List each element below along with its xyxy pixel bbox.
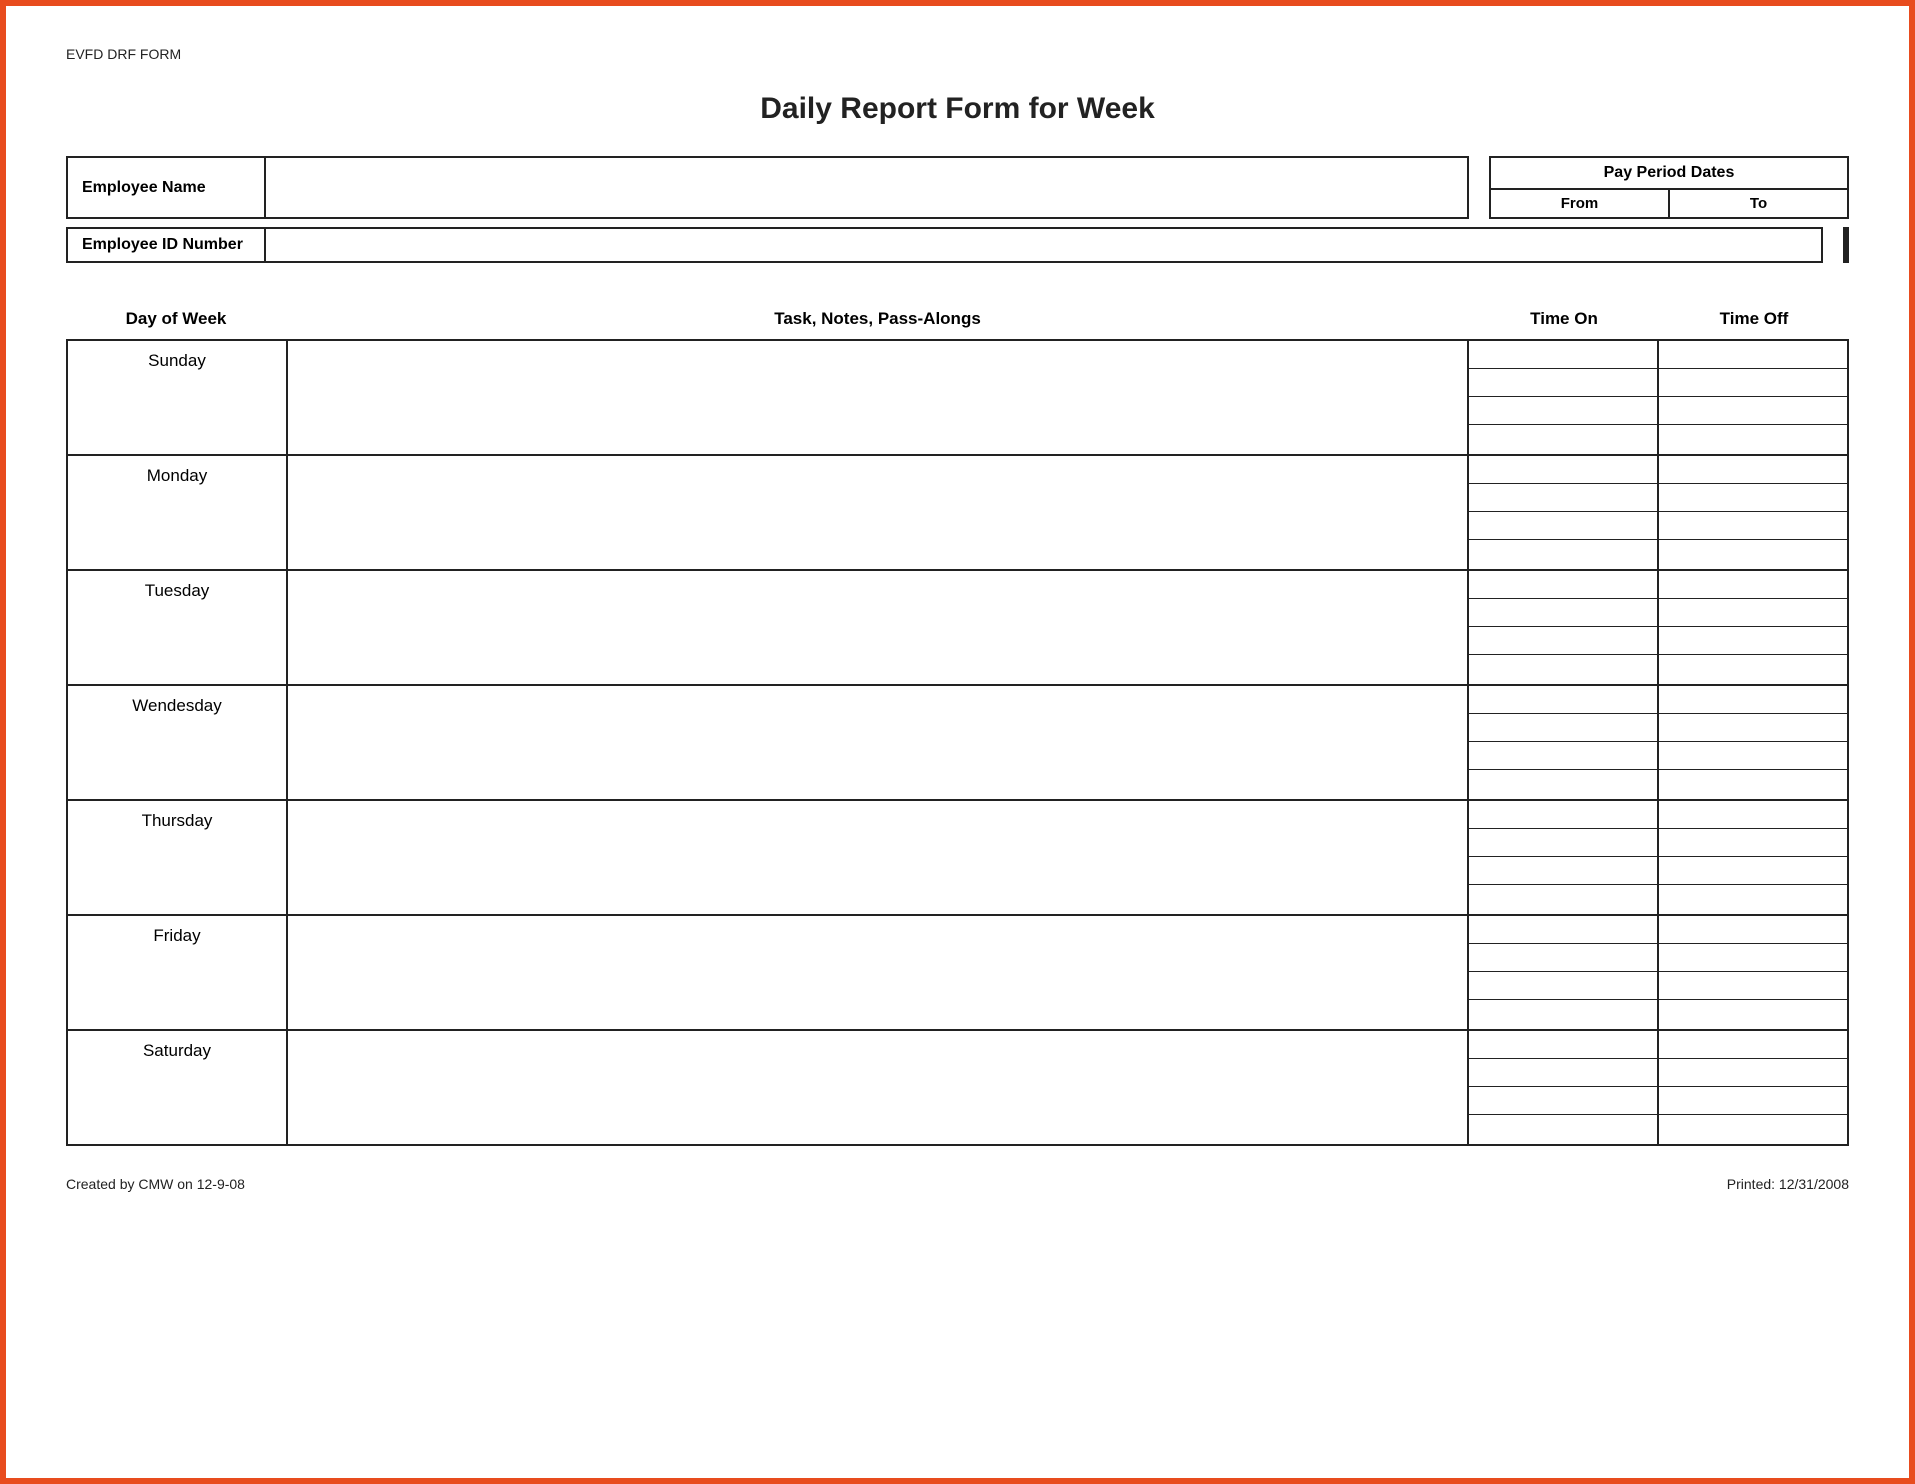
task-cell-tuesday[interactable] — [287, 570, 1468, 685]
footer: Created by CMW on 12-9-08 Printed: 12/31… — [66, 1176, 1849, 1192]
timeon-cell-monday[interactable] — [1468, 455, 1658, 570]
pay-period-section: Pay Period Dates From To — [1489, 156, 1849, 219]
day-cell-sunday: Sunday — [67, 340, 287, 455]
timeoff-cell-tuesday[interactable] — [1658, 570, 1848, 685]
from-label: From — [1489, 190, 1670, 219]
top-fields: Employee Name Pay Period Dates From To E… — [66, 156, 1849, 263]
timeon-cell-wendesday[interactable] — [1468, 685, 1658, 800]
footer-printed: Printed: 12/31/2008 — [1727, 1176, 1849, 1192]
task-cell-sunday[interactable] — [287, 340, 1468, 455]
employee-name-input[interactable] — [266, 156, 1469, 219]
form-label: EVFD DRF FORM — [66, 46, 1849, 62]
timeon-cell-saturday[interactable] — [1468, 1030, 1658, 1145]
col-header-tasks: Task, Notes, Pass-Alongs — [286, 303, 1469, 335]
task-cell-wendesday[interactable] — [287, 685, 1468, 800]
task-cell-friday[interactable] — [287, 915, 1468, 1030]
col-header-day: Day of Week — [66, 303, 286, 335]
timeon-cell-thursday[interactable] — [1468, 800, 1658, 915]
timeoff-cell-monday[interactable] — [1658, 455, 1848, 570]
employee-name-label: Employee Name — [66, 156, 266, 219]
day-cell-monday: Monday — [67, 455, 287, 570]
timeoff-cell-friday[interactable] — [1658, 915, 1848, 1030]
employee-name-row: Employee Name Pay Period Dates From To — [66, 156, 1849, 219]
pay-period-inputs — [1843, 227, 1849, 263]
task-cell-monday[interactable] — [287, 455, 1468, 570]
timeon-cell-tuesday[interactable] — [1468, 570, 1658, 685]
timeon-cell-friday[interactable] — [1468, 915, 1658, 1030]
day-cell-friday: Friday — [67, 915, 287, 1030]
pay-period-subrow: From To — [1489, 190, 1849, 219]
day-cell-saturday: Saturday — [67, 1030, 287, 1145]
footer-created: Created by CMW on 12-9-08 — [66, 1176, 245, 1192]
pay-period-header: Pay Period Dates — [1489, 156, 1849, 190]
day-cell-tuesday: Tuesday — [67, 570, 287, 685]
pay-period-input-row — [1843, 227, 1849, 263]
pay-period-to-input[interactable] — [1847, 227, 1849, 263]
timeoff-cell-sunday[interactable] — [1658, 340, 1848, 455]
timeoff-cell-wendesday[interactable] — [1658, 685, 1848, 800]
col-header-timeoff: Time Off — [1659, 303, 1849, 335]
employee-id-label: Employee ID Number — [66, 227, 266, 263]
to-label: To — [1670, 190, 1849, 219]
day-cell-thursday: Thursday — [67, 800, 287, 915]
column-headers: Day of Week Task, Notes, Pass-Alongs Tim… — [66, 303, 1849, 335]
task-cell-thursday[interactable] — [287, 800, 1468, 915]
timeoff-cell-thursday[interactable] — [1658, 800, 1848, 915]
employee-id-row: Employee ID Number — [66, 227, 1849, 263]
col-header-timeon: Time On — [1469, 303, 1659, 335]
timeon-cell-sunday[interactable] — [1468, 340, 1658, 455]
task-cell-saturday[interactable] — [287, 1030, 1468, 1145]
page-container: EVFD DRF FORM Daily Report Form for Week… — [0, 0, 1915, 1484]
schedule-table: SundayMondayTuesdayWendesdayThursdayFrid… — [66, 339, 1849, 1146]
day-cell-wendesday: Wendesday — [67, 685, 287, 800]
form-title: Daily Report Form for Week — [66, 92, 1849, 126]
timeoff-cell-saturday[interactable] — [1658, 1030, 1848, 1145]
employee-id-input[interactable] — [266, 227, 1823, 263]
